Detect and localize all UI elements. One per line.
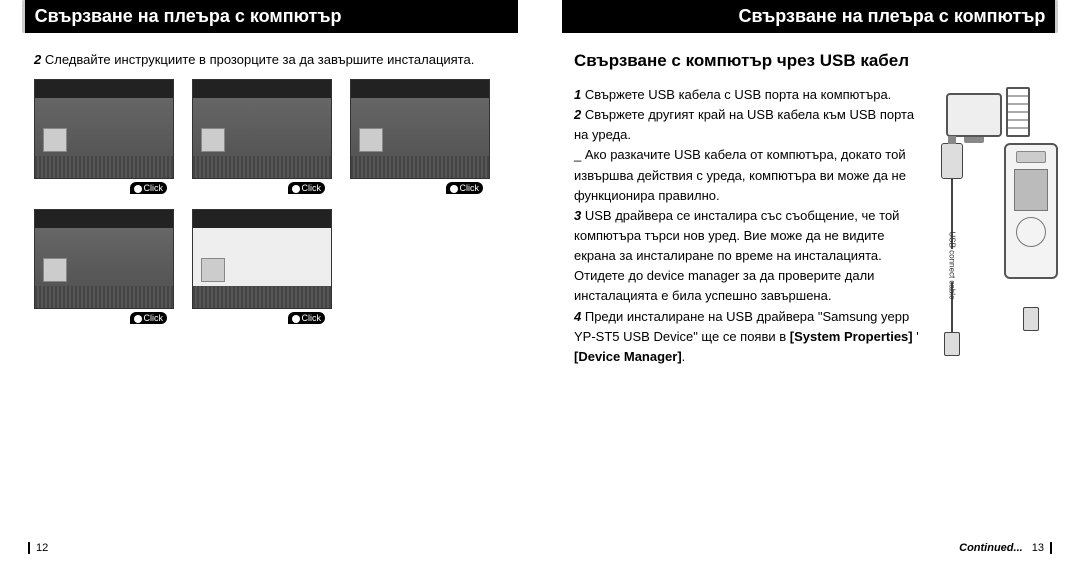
page-number-left: 12 (28, 542, 48, 554)
page-number-right: Continued... 13 (959, 542, 1052, 554)
paragraph-2-note: _ Ако разкачите USB кабела от компютъра,… (574, 145, 920, 205)
device-column (1004, 143, 1058, 331)
monitor-icon (946, 93, 1002, 137)
device-port-icon (1023, 307, 1039, 331)
paragraph-4: 4 Преди инсталиране на USB драйвера "Sam… (574, 307, 920, 367)
paragraph-3: 3 USB драйвера се инсталира със съобщени… (574, 206, 920, 307)
install-screenshot: Click (34, 209, 174, 309)
cable-label: USB connect cable (948, 231, 957, 299)
header-left: Свързване на плеъра с компютър (22, 0, 519, 33)
page-right: Свързване на плеъра с компютър Свързване… (540, 0, 1080, 562)
click-badge: Click (288, 182, 326, 194)
instruction-text: 2 Следвайте инструкциите в прозорците за… (34, 51, 506, 69)
paragraph-2: 2 Свържете другият край на USB кабела къ… (574, 105, 920, 145)
content-left: 2 Следвайте инструкциите в прозорците за… (0, 33, 540, 309)
spread: Свързване на плеъра с компютър 2 Следвай… (0, 0, 1080, 562)
click-badge: Click (130, 182, 168, 194)
click-badge: Click (446, 182, 484, 194)
header-right: Свързване на плеъра с компютър (562, 0, 1059, 33)
page-number: 13 (1032, 542, 1044, 554)
page-left: Свързване на плеъра с компютър 2 Следвай… (0, 0, 540, 562)
install-screenshot: Click (192, 79, 332, 179)
screenshot-grid: Click Click Click Click Click (34, 79, 506, 309)
computer-icon (946, 87, 1030, 137)
paragraph-1: 1 Свържете USB кабела с USB порта на ком… (574, 85, 920, 105)
usb-plug-top-icon (941, 143, 963, 179)
content-right: Свързване с компютър чрез USB кабел 1 Св… (540, 33, 1080, 367)
install-screenshot: Click (350, 79, 490, 179)
player-device-icon (1004, 143, 1058, 279)
install-screenshot: Click (192, 209, 332, 309)
install-screenshot: Click (34, 79, 174, 179)
usb-plug-bottom-icon (944, 332, 960, 356)
section-title: Свързване с компютър чрез USB кабел (574, 51, 1046, 71)
step-number: 2 (34, 52, 41, 67)
continued-label: Continued... (959, 542, 1023, 554)
click-badge: Click (288, 312, 326, 324)
step-text: Следвайте инструкциите в прозорците за д… (45, 52, 474, 67)
click-badge: Click (130, 312, 168, 324)
connection-diagram: USB connect cable (930, 85, 1046, 367)
right-body: 1 Свържете USB кабела с USB порта на ком… (574, 85, 1046, 367)
right-text: 1 Свържете USB кабела с USB порта на ком… (574, 85, 920, 367)
cable-and-device-row: USB connect cable (918, 143, 1058, 356)
tower-icon (1006, 87, 1030, 137)
cable-column: USB connect cable (918, 143, 986, 356)
